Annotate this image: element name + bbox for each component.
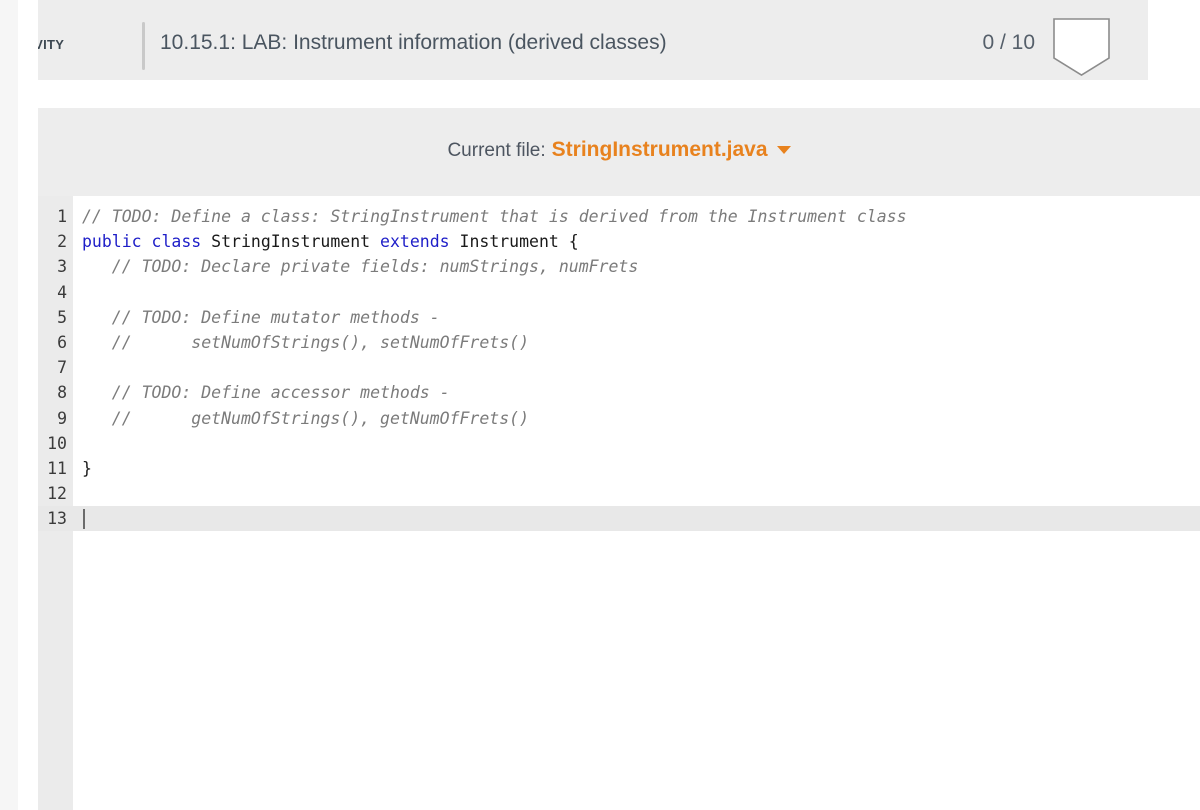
code-text: // TODO: Define a class: StringInstrumen… <box>82 204 907 229</box>
code-token-comment: // TODO: Define a class: StringInstrumen… <box>82 207 907 226</box>
page-left-edge-strip <box>0 0 18 810</box>
code-line-background <box>73 481 1200 506</box>
code-line[interactable]: 10 <box>38 431 1200 456</box>
code-line[interactable]: 13 <box>38 506 1200 531</box>
code-token-comment: // setNumOfStrings(), setNumOfFrets() <box>82 333 529 352</box>
header-divider <box>142 22 145 70</box>
code-line[interactable]: 8 // TODO: Define accessor methods - <box>38 380 1200 405</box>
current-file-group: Current file: StringInstrument.java <box>38 138 1200 162</box>
pentagon-badge-icon <box>1053 18 1110 76</box>
line-number: 6 <box>38 330 67 355</box>
code-line-background <box>73 456 1200 481</box>
code-editor[interactable]: 1 // TODO: Define a class: StringInstrume… <box>38 196 1200 810</box>
line-number: 11 <box>38 456 67 481</box>
code-token-plain: Instrument { <box>450 232 579 251</box>
line-number: 12 <box>38 481 67 506</box>
page-left-gap <box>18 0 38 810</box>
code-text: } <box>82 456 92 481</box>
activity-header: 3 TIVITY 10.15.1: LAB: Instrument inform… <box>38 0 1148 80</box>
current-file-bar: Current file:StringInstrument.java Loa <box>38 108 1200 196</box>
line-number: 4 <box>38 280 67 305</box>
code-token-keyword: extends <box>380 232 450 251</box>
code-line-background <box>73 280 1200 305</box>
code-line[interactable]: 3 // TODO: Declare private fields: numSt… <box>38 254 1200 279</box>
code-text: // TODO: Declare private fields: numStri… <box>82 254 638 279</box>
header-spacer <box>38 80 1200 108</box>
code-token-keyword: public class <box>82 232 201 251</box>
line-number: 3 <box>38 254 67 279</box>
page-title: 10.15.1: LAB: Instrument information (de… <box>160 31 667 55</box>
chevron-down-icon[interactable] <box>777 146 791 154</box>
score-text: 0 / 10 <box>982 31 1035 55</box>
code-token-plain: } <box>82 459 92 478</box>
line-number: 5 <box>38 305 67 330</box>
code-text: // TODO: Define accessor methods - <box>82 380 460 405</box>
text-cursor <box>83 509 85 529</box>
code-token-plain: StringInstrument <box>201 232 380 251</box>
code-text: // TODO: Define mutator methods - <box>82 305 450 330</box>
code-token-comment: // TODO: Declare private fields: numStri… <box>82 257 638 276</box>
code-line[interactable]: 4 <box>38 280 1200 305</box>
code-line[interactable]: 2 public class StringInstrument extends I… <box>38 229 1200 254</box>
code-token-comment: // TODO: Define mutator methods - <box>82 308 450 327</box>
activity-kicker-label: 3 TIVITY <box>38 16 132 54</box>
code-line[interactable]: 9 // getNumOfStrings(), getNumOfFrets() <box>38 406 1200 431</box>
code-line[interactable]: 11} <box>38 456 1200 481</box>
code-text: public class StringInstrument extends In… <box>82 229 579 254</box>
code-line-background <box>73 355 1200 380</box>
code-token-comment: // TODO: Define accessor methods - <box>82 383 460 402</box>
code-line[interactable]: 7 <box>38 355 1200 380</box>
code-line-background <box>73 506 1200 531</box>
current-file-label: Current file: <box>447 140 545 161</box>
code-text: // getNumOfStrings(), getNumOfFrets() <box>82 406 529 431</box>
code-lines-container[interactable]: 1 // TODO: Define a class: StringInstrume… <box>38 204 1200 531</box>
code-token-comment: // getNumOfStrings(), getNumOfFrets() <box>82 409 529 428</box>
line-number: 8 <box>38 380 67 405</box>
line-number: 9 <box>38 406 67 431</box>
code-text: // setNumOfStrings(), setNumOfFrets() <box>82 330 529 355</box>
code-line[interactable]: 1 // TODO: Define a class: StringInstrume… <box>38 204 1200 229</box>
lab-activity-page: 3 TIVITY 10.15.1: LAB: Instrument inform… <box>0 0 1200 810</box>
line-number: 13 <box>38 506 67 531</box>
code-line[interactable]: 6 // setNumOfStrings(), setNumOfFrets() <box>38 330 1200 355</box>
code-line-background <box>73 431 1200 456</box>
code-line[interactable]: 12 <box>38 481 1200 506</box>
current-file-name[interactable]: StringInstrument.java <box>552 138 768 161</box>
line-number: 2 <box>38 229 67 254</box>
line-number: 7 <box>38 355 67 380</box>
code-line[interactable]: 5 // TODO: Define mutator methods - <box>38 305 1200 330</box>
line-number: 1 <box>38 204 67 229</box>
line-number: 10 <box>38 431 67 456</box>
